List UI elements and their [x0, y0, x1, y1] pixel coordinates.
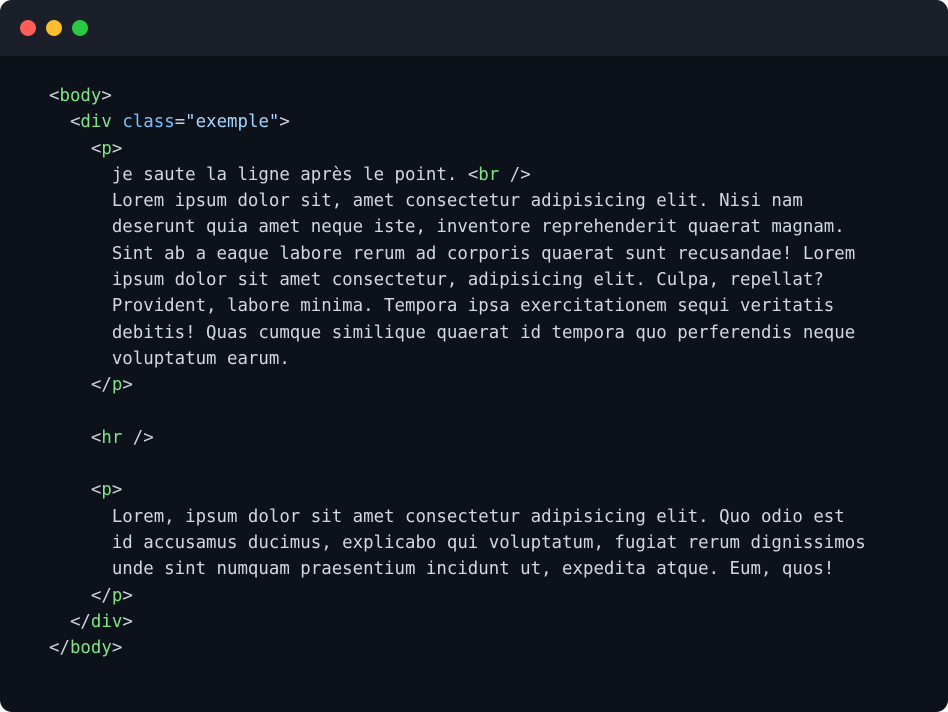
code-line: Lorem ipsum dolor sit, amet consectetur … [49, 188, 866, 214]
code-token-txt: id accusamus ducimus, explicabo qui volu… [49, 533, 866, 554]
maximize-window-button[interactable] [72, 20, 88, 36]
code-token-txt: debitis! Quas cumque similique quaerat i… [49, 322, 856, 343]
code-token-punct: </ [49, 611, 91, 632]
code-token-punct: = [174, 112, 186, 133]
code-token-tag: body [69, 638, 112, 659]
code-window: <body> <div class="exemple"> <p> je saut… [0, 0, 948, 712]
code-token-punct: > [101, 86, 112, 106]
code-line: deserunt quia amet neque iste, inventore… [49, 214, 866, 240]
code-line: </body> [49, 635, 866, 661]
code-line: </p> [49, 583, 866, 609]
code-token-txt: Lorem, ipsum dolor sit amet consectetur … [49, 506, 845, 527]
code-line: id accusamus ducimus, explicabo qui volu… [49, 530, 866, 556]
code-token-punct: < [49, 138, 102, 159]
code-token-punct: > [122, 611, 133, 632]
code-token-punct: > [111, 480, 123, 501]
code-token-punct: > [111, 138, 123, 159]
code-token-punct: /> [499, 164, 531, 185]
code-token-punct [112, 112, 122, 132]
code-line: </p> [49, 372, 866, 398]
code-token-txt: deserunt quia amet neque iste, inventore… [49, 217, 845, 238]
code-token-tag: p [101, 480, 112, 501]
code-token-punct: </ [49, 638, 70, 659]
code-token-tag: div [80, 112, 112, 133]
code-line: Sint ab a eaque labore rerum ad corporis… [49, 241, 866, 267]
close-window-button[interactable] [20, 20, 36, 36]
code-line: <p> [49, 477, 866, 503]
code-token-txt: ipsum dolor sit amet consectetur, adipis… [49, 270, 824, 291]
window-titlebar [0, 0, 948, 56]
code-line: <body> [49, 83, 866, 109]
code-line: Lorem, ipsum dolor sit amet consectetur … [49, 504, 866, 530]
code-token-punct: > [111, 638, 123, 659]
code-token-punct: < [467, 164, 479, 185]
code-line: <hr /> [49, 425, 866, 451]
code-token-txt: unde sint numquam praesentium incidunt u… [49, 559, 835, 580]
code-line: voluptatum earum. [49, 346, 866, 372]
code-token-punct: < [49, 112, 81, 133]
code-token-attr: class [122, 112, 175, 133]
code-token-punct: </ [49, 375, 112, 396]
code-token-txt: Provident, labore minima. Tempora ipsa e… [49, 296, 835, 317]
code-line: <p> [49, 136, 866, 162]
code-line: <div class="exemple"> [49, 109, 866, 135]
code-line: Provident, labore minima. Tempora ipsa e… [49, 293, 866, 319]
code-token-txt: je saute la ligne après le point. [49, 164, 468, 185]
code-token-punct: </ [49, 585, 112, 606]
code-token-tag: div [90, 611, 123, 632]
code-line: debitis! Quas cumque similique quaerat i… [49, 320, 866, 346]
code-line: </div> [49, 609, 866, 635]
code-token-tag: p [111, 375, 123, 396]
code-token-punct: < [49, 86, 60, 106]
code-token-tag: body [59, 86, 102, 106]
code-token-punct: > [279, 112, 290, 133]
code-token-tag: p [101, 138, 112, 159]
code-token-tag: br [478, 164, 500, 185]
code-token-punct: < [49, 480, 102, 501]
code-token-punct: /> [122, 427, 154, 448]
code-line: je saute la ligne après le point. <br /> [49, 162, 866, 188]
code-token-tag: p [111, 585, 123, 606]
code-token-punct: > [122, 585, 133, 606]
code-token-txt: voluptatum earum. [49, 348, 290, 369]
code-token-txt: Sint ab a eaque labore rerum ad corporis… [49, 243, 856, 264]
minimize-window-button[interactable] [46, 20, 62, 36]
code-line: unde sint numquam praesentium incidunt u… [49, 556, 866, 582]
code-line: ipsum dolor sit amet consectetur, adipis… [49, 267, 866, 293]
code-token-punct: > [122, 375, 133, 396]
code-token-tag: hr [101, 427, 123, 448]
code-token-txt: Lorem ipsum dolor sit, amet consectetur … [49, 191, 803, 212]
code-token-str: "exemple" [185, 112, 280, 133]
code-token-punct: < [49, 427, 102, 448]
code-block: <body> <div class="exemple"> <p> je saut… [49, 83, 866, 662]
